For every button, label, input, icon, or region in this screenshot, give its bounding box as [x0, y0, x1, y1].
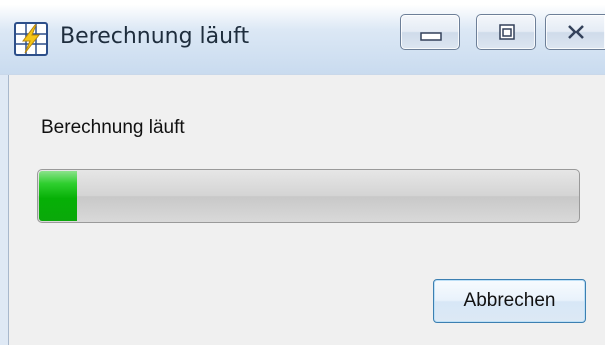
- progress-dialog-window: Berechnung läuft Berechnung läuft Abbrec…: [0, 0, 605, 345]
- close-button[interactable]: [545, 14, 605, 50]
- title-bar[interactable]: Berechnung läuft: [0, 0, 605, 75]
- status-message: Berechnung läuft: [41, 117, 185, 138]
- maximize-button[interactable]: [476, 14, 536, 50]
- progress-bar-fill: [39, 171, 77, 221]
- close-icon: [568, 25, 584, 39]
- minimize-button[interactable]: [400, 14, 460, 50]
- lightning-grid-icon: [14, 22, 48, 56]
- progress-bar: [37, 169, 580, 223]
- dialog-body: Berechnung läuft Abbrechen: [8, 75, 605, 345]
- cancel-button[interactable]: Abbrechen: [433, 279, 586, 323]
- minimize-icon: [420, 32, 442, 41]
- maximize-icon: [499, 24, 515, 40]
- window-title: Berechnung läuft: [60, 24, 250, 49]
